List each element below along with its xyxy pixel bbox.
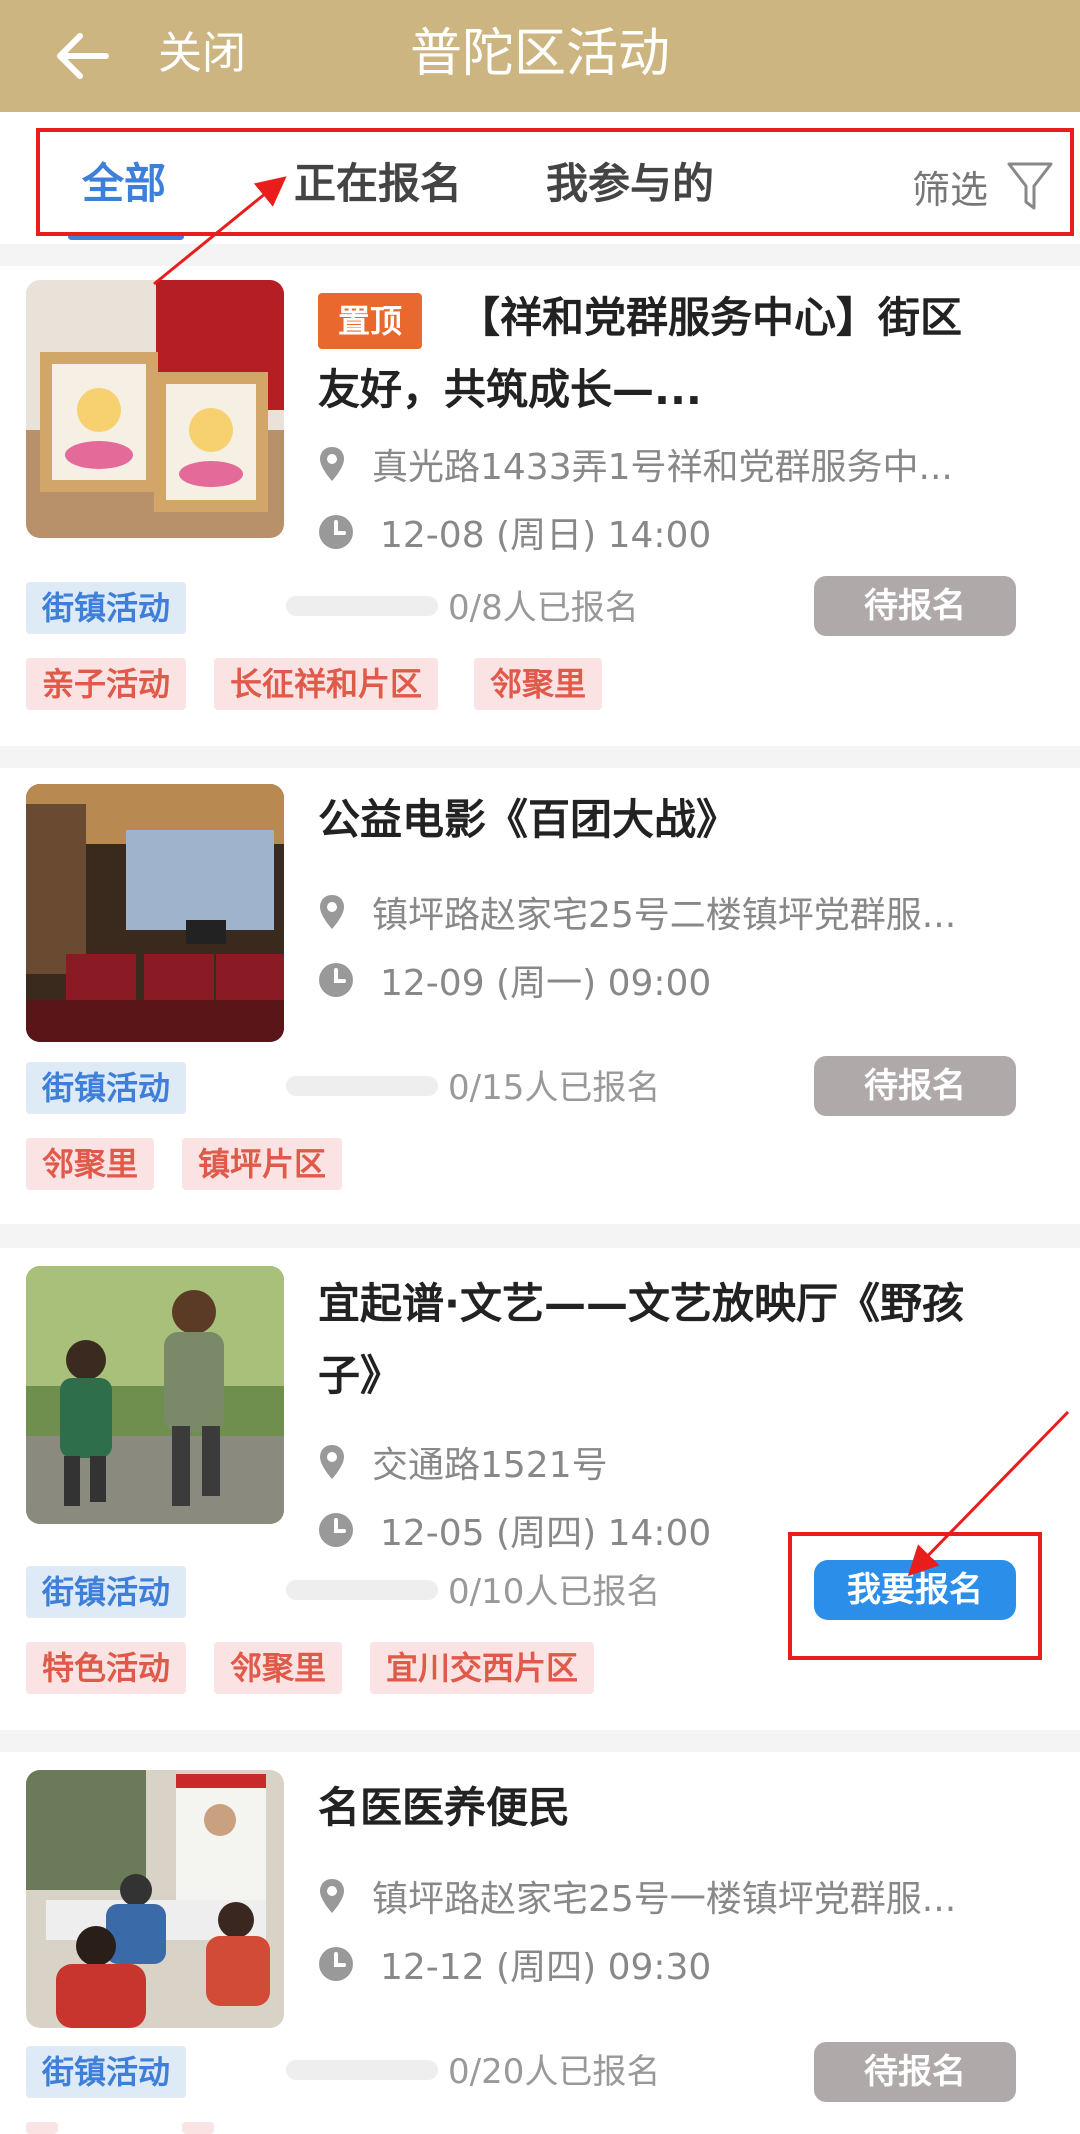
signup-count: 0/8人已报名: [448, 588, 639, 628]
signup-count: 0/20人已报名: [448, 2052, 661, 2092]
event-title[interactable]: 公益电影《百团大战》: [318, 784, 998, 856]
event-address: 镇坪路赵家宅25号二楼镇坪党群服...: [318, 886, 956, 938]
location-pin-icon: [320, 447, 344, 481]
tag: 亲子活动: [26, 658, 187, 710]
signup-count: 0/15人已报名: [448, 1068, 661, 1108]
tag: 长征祥和片区: [214, 658, 439, 710]
category-tag: 街镇活动: [26, 1566, 187, 1618]
location-pin-icon: [320, 1879, 344, 1913]
event-title[interactable]: 名医医养便民: [318, 1772, 998, 1844]
tag: 邻聚里: [474, 658, 603, 710]
signup-progress-bar: [286, 2060, 438, 2080]
highlight-box-register: [788, 1532, 1042, 1660]
clock-icon: [319, 963, 353, 997]
tag: 邻聚里: [214, 1642, 343, 1694]
clock-icon: [319, 515, 353, 549]
time-text: 12-09 (周一) 09:00: [380, 963, 712, 1004]
event-card[interactable]: 名医医养便民 镇坪路赵家宅25号一楼镇坪党群服... 12-12 (周四) 09…: [0, 1752, 1080, 2134]
clock-icon: [319, 1947, 353, 1981]
signup-count: 0/10人已报名: [448, 1572, 661, 1612]
event-image: [26, 280, 284, 538]
address-text: 镇坪路赵家宅25号一楼镇坪党群服...: [372, 1879, 957, 1920]
status-button[interactable]: 待报名: [814, 1056, 1016, 1116]
event-card[interactable]: 置顶 【祥和党群服务中心】街区友好，共筑成长—... 真光路1433弄1号祥和党群…: [0, 266, 1080, 746]
signup-progress-bar: [286, 1580, 438, 1600]
time-text: 12-05 (周四) 14:00: [380, 1513, 712, 1554]
tag: 特色活动: [26, 1642, 187, 1694]
event-address: 真光路1433弄1号祥和党群服务中...: [318, 438, 953, 490]
tag: 邻聚里: [26, 1138, 155, 1190]
signup-progress-bar: [286, 596, 438, 616]
event-image: [26, 1770, 284, 2028]
tag: 宜川交西片区: [370, 1642, 595, 1694]
status-button[interactable]: 待报名: [814, 576, 1016, 636]
event-time: 12-05 (周四) 14:00: [318, 1504, 711, 1556]
event-card[interactable]: 公益电影《百团大战》 镇坪路赵家宅25号二楼镇坪党群服... 12-09 (周一…: [0, 768, 1080, 1224]
time-text: 12-08 (周日) 14:00: [380, 515, 712, 556]
event-address: 交通路1521号: [318, 1436, 608, 1488]
highlight-box-tabs: [36, 128, 1074, 236]
category-tag: 街镇活动: [26, 582, 187, 634]
event-time: 12-09 (周一) 09:00: [318, 954, 711, 1006]
location-pin-icon: [320, 1445, 344, 1479]
location-pin-icon: [320, 895, 344, 929]
event-address: 镇坪路赵家宅25号一楼镇坪党群服...: [318, 1870, 956, 1922]
tag-partial: [182, 2122, 214, 2134]
pinned-badge: 置顶: [318, 292, 423, 349]
address-text: 真光路1433弄1号祥和党群服务中...: [372, 447, 953, 488]
top-bar: 关闭 普陀区活动: [0, 0, 1080, 112]
page-title: 普陀区活动: [409, 24, 670, 84]
event-image: [26, 784, 284, 1042]
event-title[interactable]: 宜起谱·文艺——文艺放映厅《野孩子》: [318, 1268, 998, 1412]
clock-icon: [319, 1513, 353, 1547]
category-tag: 街镇活动: [26, 2046, 187, 2098]
event-title[interactable]: 置顶 【祥和党群服务中心】街区友好，共筑成长—...: [318, 282, 998, 426]
tag-partial: [26, 2122, 58, 2134]
status-button[interactable]: 待报名: [814, 2042, 1016, 2102]
signup-progress-bar: [286, 1076, 438, 1096]
time-text: 12-12 (周四) 09:30: [380, 1947, 712, 1988]
address-text: 镇坪路赵家宅25号二楼镇坪党群服...: [372, 895, 957, 936]
event-image: [26, 1266, 284, 1524]
tag: 镇坪片区: [182, 1138, 343, 1190]
address-text: 交通路1521号: [372, 1445, 608, 1486]
category-tag: 街镇活动: [26, 1062, 187, 1114]
event-time: 12-08 (周日) 14:00: [318, 506, 711, 558]
event-time: 12-12 (周四) 09:30: [318, 1938, 711, 1990]
